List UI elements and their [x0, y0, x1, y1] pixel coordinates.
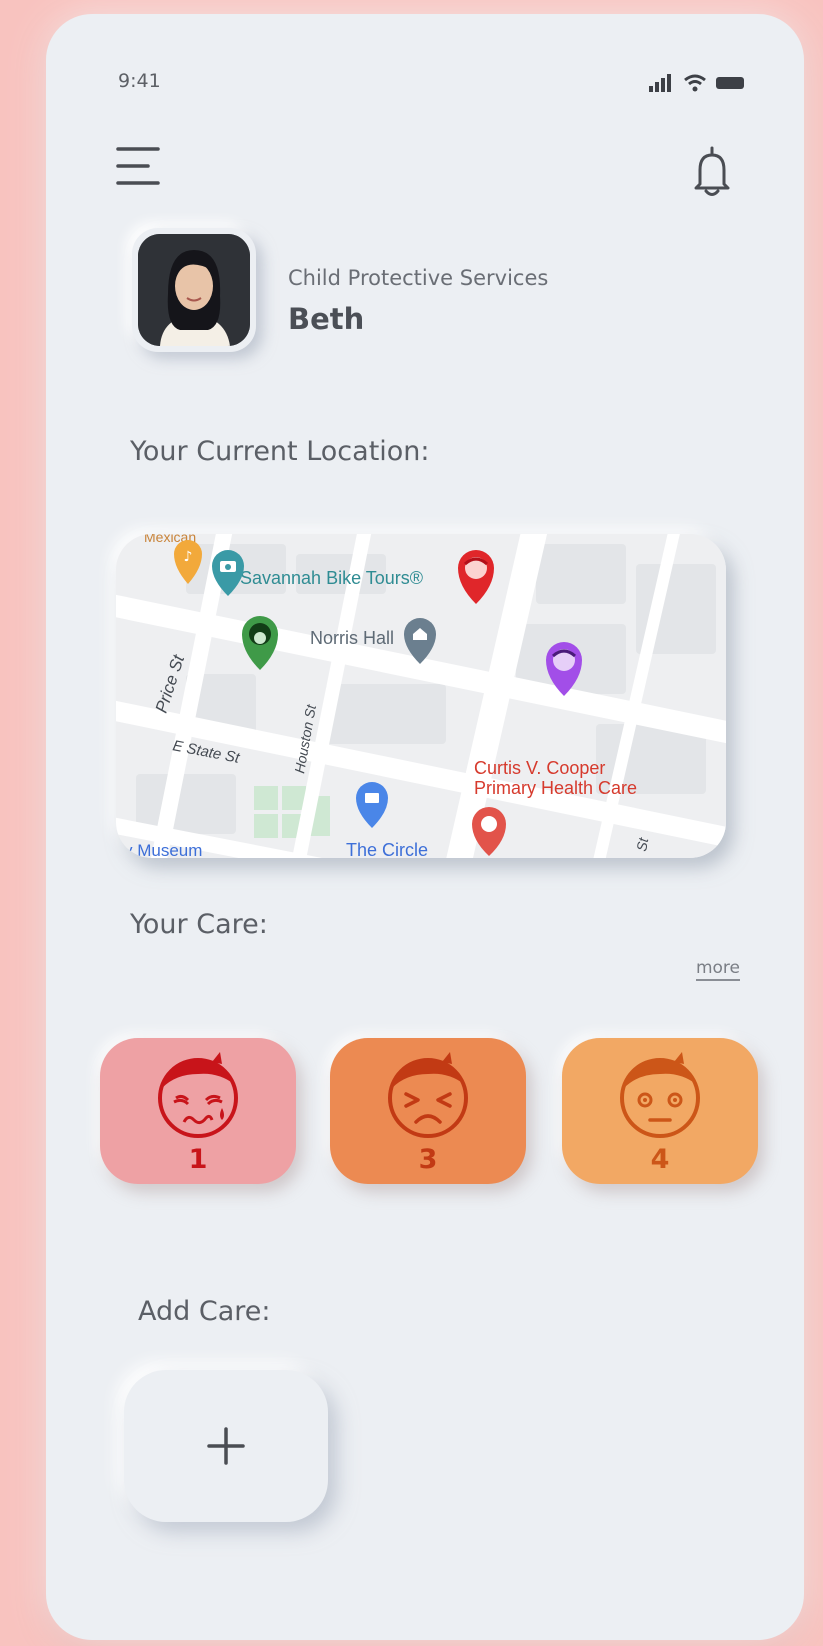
- map-label-health-care-1: Curtis V. Cooper: [474, 758, 605, 778]
- neutral-face-icon: [620, 1052, 700, 1138]
- map-label-health-care-2: Primary Health Care: [474, 778, 637, 798]
- avatar[interactable]: [132, 228, 256, 352]
- care-count: 3: [418, 1144, 438, 1175]
- crying-face-icon: [158, 1052, 238, 1138]
- care-card-3[interactable]: 3: [330, 1038, 526, 1184]
- wifi-icon: [684, 74, 706, 92]
- organization-label: Child Protective Services: [288, 266, 549, 290]
- location-label: Your Current Location:: [130, 436, 430, 467]
- battery-icon: [716, 77, 744, 89]
- distressed-face-icon: [388, 1052, 468, 1138]
- care-card-1[interactable]: 1: [100, 1038, 296, 1184]
- map-label-bike-tours: Savannah Bike Tours®: [240, 568, 423, 588]
- avatar-photo: [138, 234, 250, 346]
- phone-screen: 9:41 Child Protective Services Beth Your…: [46, 14, 804, 1640]
- add-care-label: Add Care:: [138, 1296, 271, 1327]
- care-card-4[interactable]: 4: [562, 1038, 758, 1184]
- more-link[interactable]: more: [695, 958, 740, 981]
- bell-icon[interactable]: [692, 146, 732, 198]
- map-label-norris-hall: Norris Hall: [310, 628, 394, 648]
- location-map[interactable]: Mexican Savannah Bike Tours® Norris Hall…: [116, 534, 726, 858]
- menu-icon[interactable]: [116, 144, 164, 188]
- add-care-button[interactable]: [124, 1370, 328, 1522]
- status-icons: [648, 74, 746, 92]
- plus-icon: [207, 1427, 245, 1465]
- signal-icon: [649, 74, 671, 92]
- map-label-the-circle: The Circle: [346, 840, 428, 858]
- svg-text:♪: ♪: [184, 549, 193, 565]
- user-name: Beth: [288, 302, 365, 336]
- status-time: 9:41: [118, 70, 161, 92]
- map-label-museum: y Museum: [124, 841, 202, 858]
- care-count: 4: [650, 1144, 670, 1175]
- care-label: Your Care:: [130, 909, 268, 940]
- care-count: 1: [188, 1144, 208, 1175]
